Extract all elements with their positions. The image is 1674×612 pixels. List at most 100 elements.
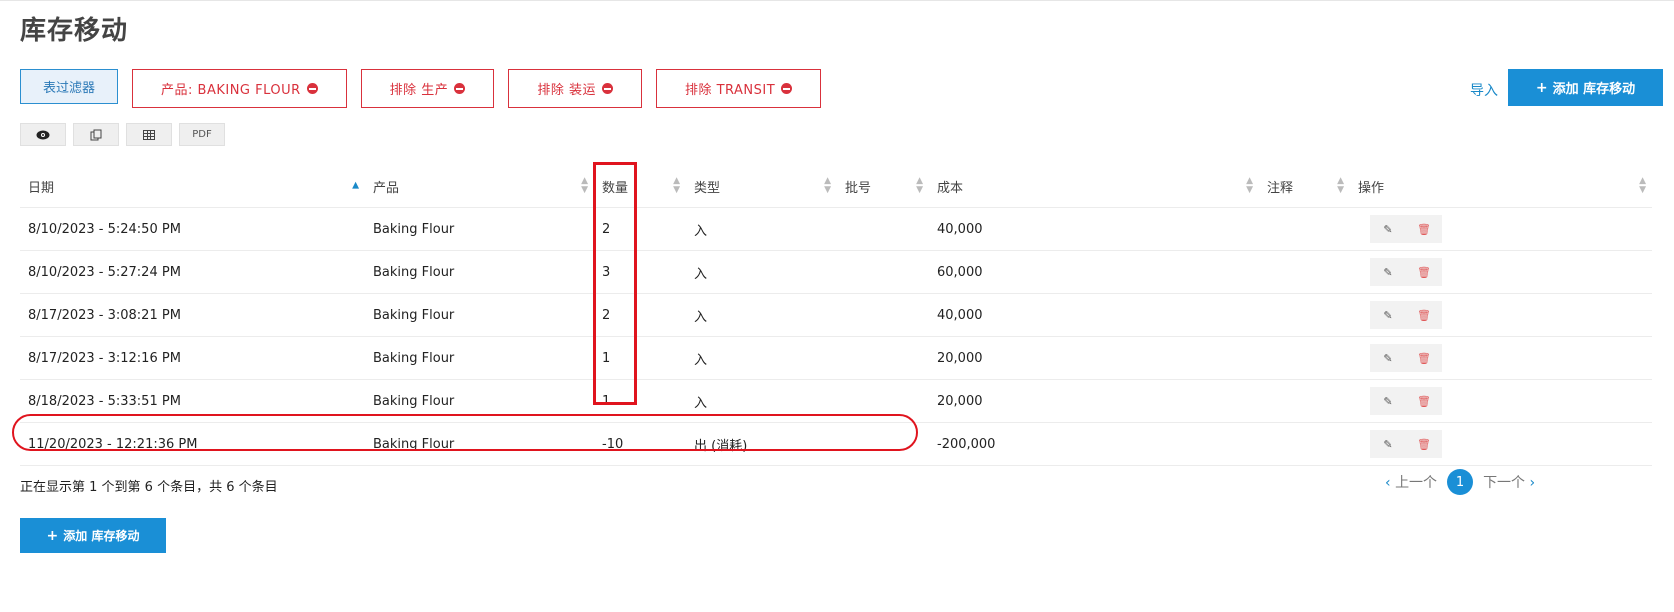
cell-cost: -200,000 <box>929 422 1259 466</box>
add-button-label: 添加 库存移动 <box>1552 82 1636 97</box>
column-header-date[interactable]: 日期 ▲ <box>20 165 365 208</box>
cell-note <box>1259 336 1350 380</box>
column-visibility-button[interactable] <box>20 123 66 146</box>
previous-page-button[interactable]: ‹ 上一个 <box>1385 472 1437 492</box>
table-row: 8/10/2023 - 5:24:50 PM Baking Flour 2 入 … <box>20 207 1652 251</box>
table-filter-button[interactable]: 表过滤器 <box>20 69 119 104</box>
filter-chip-exclude-production[interactable]: 排除 生产 <box>360 69 495 108</box>
cell-note <box>1259 250 1350 294</box>
table-tools: PDF <box>20 123 225 146</box>
csv-button[interactable] <box>126 123 172 146</box>
cell-cost: 60,000 <box>929 250 1259 294</box>
cell-lot <box>837 207 929 251</box>
cell-lot <box>837 250 929 294</box>
column-header-actions[interactable]: 操作 ▲ ▼ <box>1350 165 1652 208</box>
pdf-button[interactable]: PDF <box>179 123 225 146</box>
cell-actions: ✎ 🗑 <box>1350 422 1652 466</box>
trash-icon[interactable]: 🗑 <box>1406 215 1442 243</box>
remove-circle-icon[interactable] <box>306 83 318 94</box>
import-link[interactable]: 导入 <box>1470 80 1498 100</box>
remove-circle-icon[interactable] <box>781 83 793 94</box>
filter-chip-label: 排除 装运 <box>537 83 596 98</box>
cell-product: Baking Flour <box>365 293 594 337</box>
chevron-left-icon: ‹ <box>1385 475 1391 491</box>
filter-chip-product[interactable]: 产品: BAKING FLOUR <box>132 69 347 108</box>
highlight-box-quantity <box>593 162 637 405</box>
cell-lot <box>837 336 929 380</box>
sort-icon: ▲ ▼ <box>916 176 923 195</box>
cell-cost: 40,000 <box>929 293 1259 337</box>
filter-chip-label: 排除 生产 <box>389 83 449 98</box>
copy-icon <box>90 129 102 140</box>
sort-icon: ▲ ▼ <box>673 176 680 195</box>
cell-type: 入 <box>686 250 837 294</box>
add-button-label: 添加 库存移动 <box>63 529 140 543</box>
column-header-type[interactable]: 类型 ▲ ▼ <box>686 165 837 208</box>
table-row: 8/10/2023 - 5:27:24 PM Baking Flour 3 入 … <box>20 250 1652 294</box>
edit-icon[interactable]: ✎ <box>1370 258 1406 286</box>
trash-icon[interactable]: 🗑 <box>1406 387 1442 415</box>
cell-actions: ✎ 🗑 <box>1350 250 1652 294</box>
cell-note <box>1259 207 1350 251</box>
trash-icon[interactable]: 🗑 <box>1406 301 1442 329</box>
filter-chip-exclude-transit[interactable]: 排除 TRANSIT <box>655 69 822 108</box>
trash-icon[interactable]: 🗑 <box>1406 258 1442 286</box>
pagination: ‹ 上一个 1 下一个 › <box>1385 469 1535 495</box>
add-stock-movement-bottom-button[interactable]: + 添加 库存移动 <box>20 518 166 553</box>
remove-circle-icon[interactable] <box>601 83 613 94</box>
cell-date: 8/17/2023 - 3:08:21 PM <box>20 293 365 337</box>
cell-type: 入 <box>686 293 837 337</box>
edit-icon[interactable]: ✎ <box>1370 430 1406 458</box>
trash-icon[interactable]: 🗑 <box>1406 344 1442 372</box>
cell-note <box>1259 379 1350 423</box>
edit-icon[interactable]: ✎ <box>1370 215 1406 243</box>
sort-icon: ▲ ▼ <box>581 176 588 195</box>
column-header-product[interactable]: 产品 ▲ ▼ <box>365 165 594 208</box>
cell-product: Baking Flour <box>365 207 594 251</box>
highlight-ellipse-row <box>12 414 918 451</box>
cell-actions: ✎ 🗑 <box>1350 336 1652 380</box>
filter-chip-exclude-shipping[interactable]: 排除 装运 <box>508 69 642 108</box>
table-header-row: 日期 ▲ 产品 ▲ ▼ 数量 ▲ ▼ 类型 ▲ ▼ 批号 ▲ ▼ 成本 ▲ ▼ 注释 ▲ ▼ 操作 ▲ ▼ <box>20 165 1652 208</box>
sort-icon: ▲ ▼ <box>824 176 831 195</box>
remove-circle-icon[interactable] <box>454 83 466 94</box>
cell-actions: ✎ 🗑 <box>1350 207 1652 251</box>
plus-icon: + <box>46 527 59 544</box>
edit-icon[interactable]: ✎ <box>1370 344 1406 372</box>
cell-note <box>1259 293 1350 337</box>
filter-bar: 表过滤器 产品: BAKING FLOUR 排除 生产 排除 装运 排除 TRA… <box>20 69 822 108</box>
page-title: 库存移动 <box>20 16 129 46</box>
cell-actions: ✎ 🗑 <box>1350 293 1652 337</box>
cell-cost: 20,000 <box>929 336 1259 380</box>
cell-cost: 20,000 <box>929 379 1259 423</box>
cell-product: Baking Flour <box>365 250 594 294</box>
filter-chip-label: 排除 TRANSIT <box>684 83 776 98</box>
eye-icon <box>36 130 50 139</box>
cell-lot <box>837 293 929 337</box>
table-row: 8/17/2023 - 3:12:16 PM Baking Flour 1 入 … <box>20 336 1652 380</box>
sort-icon: ▲ ▼ <box>1246 176 1253 195</box>
page-number-1[interactable]: 1 <box>1447 469 1474 495</box>
top-border <box>0 0 1674 1</box>
table-info: 正在显示第 1 个到第 6 个条目，共 6 个条目 <box>20 480 278 495</box>
chevron-right-icon: › <box>1529 475 1536 491</box>
cell-note <box>1259 422 1350 466</box>
sort-asc-icon: ▲ <box>352 180 359 191</box>
sort-icon: ▲ ▼ <box>1639 176 1646 195</box>
table-icon <box>143 129 155 140</box>
table-row: 8/17/2023 - 3:08:21 PM Baking Flour 2 入 … <box>20 293 1652 337</box>
copy-button[interactable] <box>73 123 119 146</box>
cell-date: 8/17/2023 - 3:12:16 PM <box>20 336 365 380</box>
column-header-cost[interactable]: 成本 ▲ ▼ <box>929 165 1259 208</box>
add-stock-movement-button[interactable]: + 添加 库存移动 <box>1508 69 1663 106</box>
cell-date: 8/10/2023 - 5:27:24 PM <box>20 250 365 294</box>
cell-actions: ✎ 🗑 <box>1350 379 1652 423</box>
trash-icon[interactable]: 🗑 <box>1406 430 1442 458</box>
cell-date: 8/10/2023 - 5:24:50 PM <box>20 207 365 251</box>
column-header-lot[interactable]: 批号 ▲ ▼ <box>837 165 929 208</box>
cell-cost: 40,000 <box>929 207 1259 251</box>
edit-icon[interactable]: ✎ <box>1370 301 1406 329</box>
next-page-button[interactable]: 下一个 › <box>1483 472 1535 492</box>
column-header-note[interactable]: 注释 ▲ ▼ <box>1259 165 1350 208</box>
edit-icon[interactable]: ✎ <box>1370 387 1406 415</box>
